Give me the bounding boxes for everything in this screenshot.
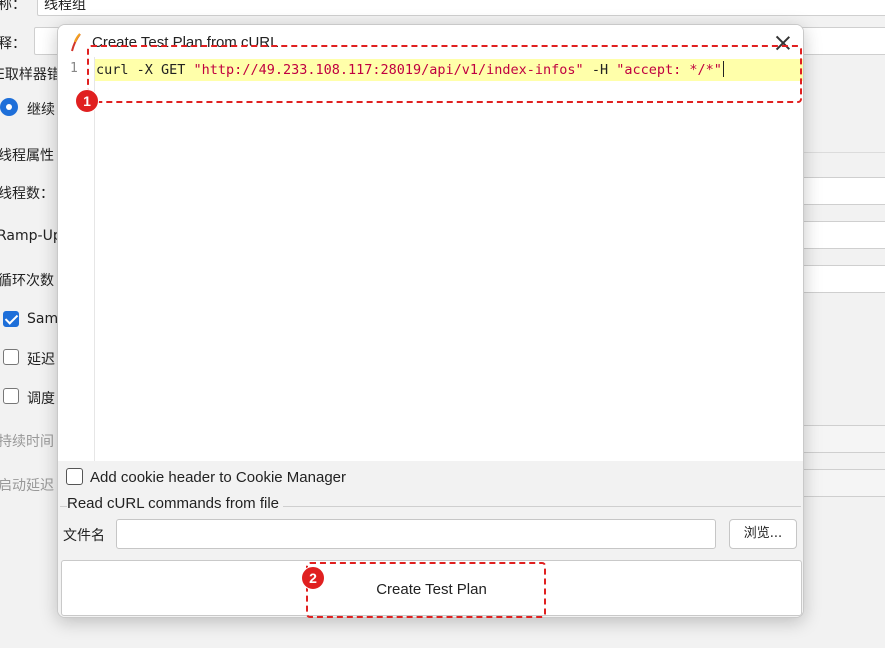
file-name-input[interactable] [116,519,716,549]
scheduler-checkbox[interactable] [3,388,19,404]
code-flag: -H [583,62,617,78]
text-caret [722,61,725,77]
thread-props-label: 线程属性 [0,148,54,164]
file-name-label: 文件名 [63,528,105,544]
create-test-plan-label: Create Test Plan [376,581,487,598]
curl-dialog: Create Test Plan from cURL 1 curl -X GET… [57,24,804,618]
line-number: 1 [70,61,78,76]
dialog-title: Create Test Plan from cURL [92,34,279,51]
rampup-field[interactable] [800,221,885,249]
loop-label: 循环次数 [0,273,54,289]
startup-delay-label: 启动延迟 [0,478,54,494]
file-group-title: Read cURL commands from file [67,495,284,512]
delay-checkbox[interactable] [3,349,19,365]
same-user-label: Sam [27,311,59,327]
rampup-label: Ramp-Up [0,228,62,244]
delay-label: 延迟 [27,352,55,368]
thread-count-label: 线程数： [0,186,54,202]
line-gutter: 1 [58,57,95,461]
scheduler-label: 调度 [27,391,55,407]
name-label: 称： [0,0,26,13]
startup-delay-field[interactable] [800,469,885,497]
thread-count-field[interactable] [800,177,885,205]
cookie-checkbox-label: Add cookie header to Cookie Manager [90,469,346,486]
loop-field[interactable] [800,265,885,293]
curl-command-line[interactable]: curl -X GET "http://49.233.108.117:28019… [95,59,803,81]
continue-label: 继续 [27,102,55,118]
curl-editor[interactable]: 1 curl -X GET "http://49.233.108.117:280… [58,57,803,461]
name-value: 线程组 [44,0,86,13]
name-field[interactable]: 线程组 [37,0,885,16]
code-url: "http://49.233.108.117:28019/api/v1/inde… [193,62,584,78]
close-icon[interactable] [773,33,793,53]
annotation-badge-1: 1 [75,89,99,113]
annotation-badge-2: 2 [301,566,325,590]
browse-button[interactable]: 浏览... [729,519,797,549]
dialog-titlebar[interactable]: Create Test Plan from cURL [58,25,803,61]
cookie-checkbox[interactable] [66,468,83,485]
feather-icon [71,33,81,52]
comment-label: 释： [0,36,26,52]
duration-label: 持续时间 [0,434,54,450]
duration-field[interactable] [800,425,885,453]
sampler-error-label: E取样器错 [0,67,61,83]
dialog-options-panel: Add cookie header to Cookie Manager Read… [58,461,803,617]
create-test-plan-button[interactable]: Create Test Plan [61,560,802,616]
code-command: curl -X GET [96,62,194,78]
continue-radio[interactable] [0,98,18,116]
same-user-checkbox[interactable] [3,311,19,327]
code-header: "accept: */*" [616,62,722,78]
